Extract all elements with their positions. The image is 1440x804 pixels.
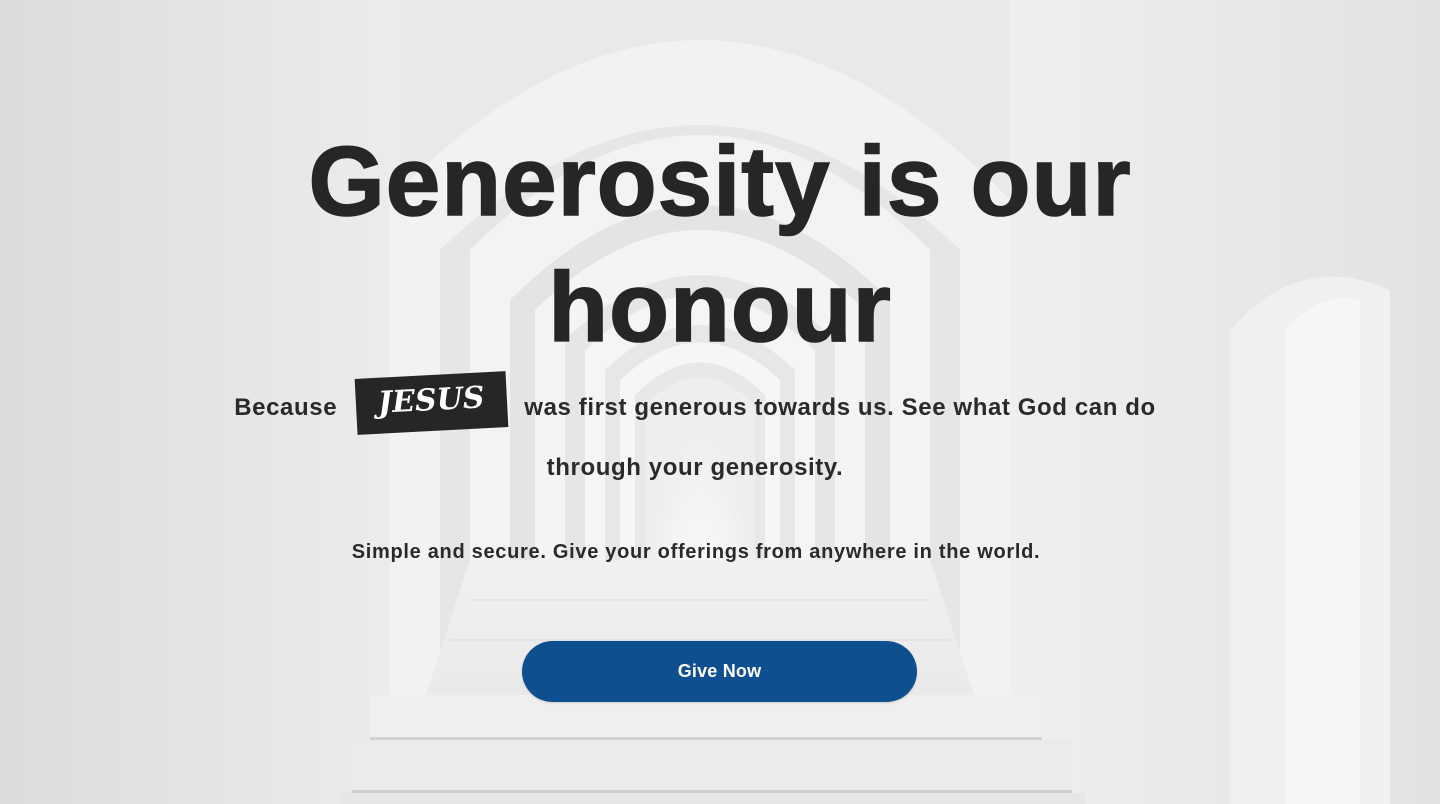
headline-line-1: Generosity is our — [308, 125, 1132, 237]
subline-lead-text: Because — [234, 394, 338, 421]
hero-subline: Because JESUS was first generous towards… — [190, 370, 1200, 498]
jesus-badge: JESUS — [355, 370, 509, 435]
page-headline: Generosity is our honour — [0, 118, 1440, 370]
subline-rest-text: was first generous towards us. See what … — [524, 394, 1156, 481]
give-now-button[interactable]: Give Now — [522, 641, 917, 702]
hero-section: Generosity is our honour Because JESUS w… — [0, 0, 1440, 804]
headline-line-2: honour — [547, 251, 892, 363]
hero-tagline: Simple and secure. Give your offerings f… — [351, 541, 1041, 563]
